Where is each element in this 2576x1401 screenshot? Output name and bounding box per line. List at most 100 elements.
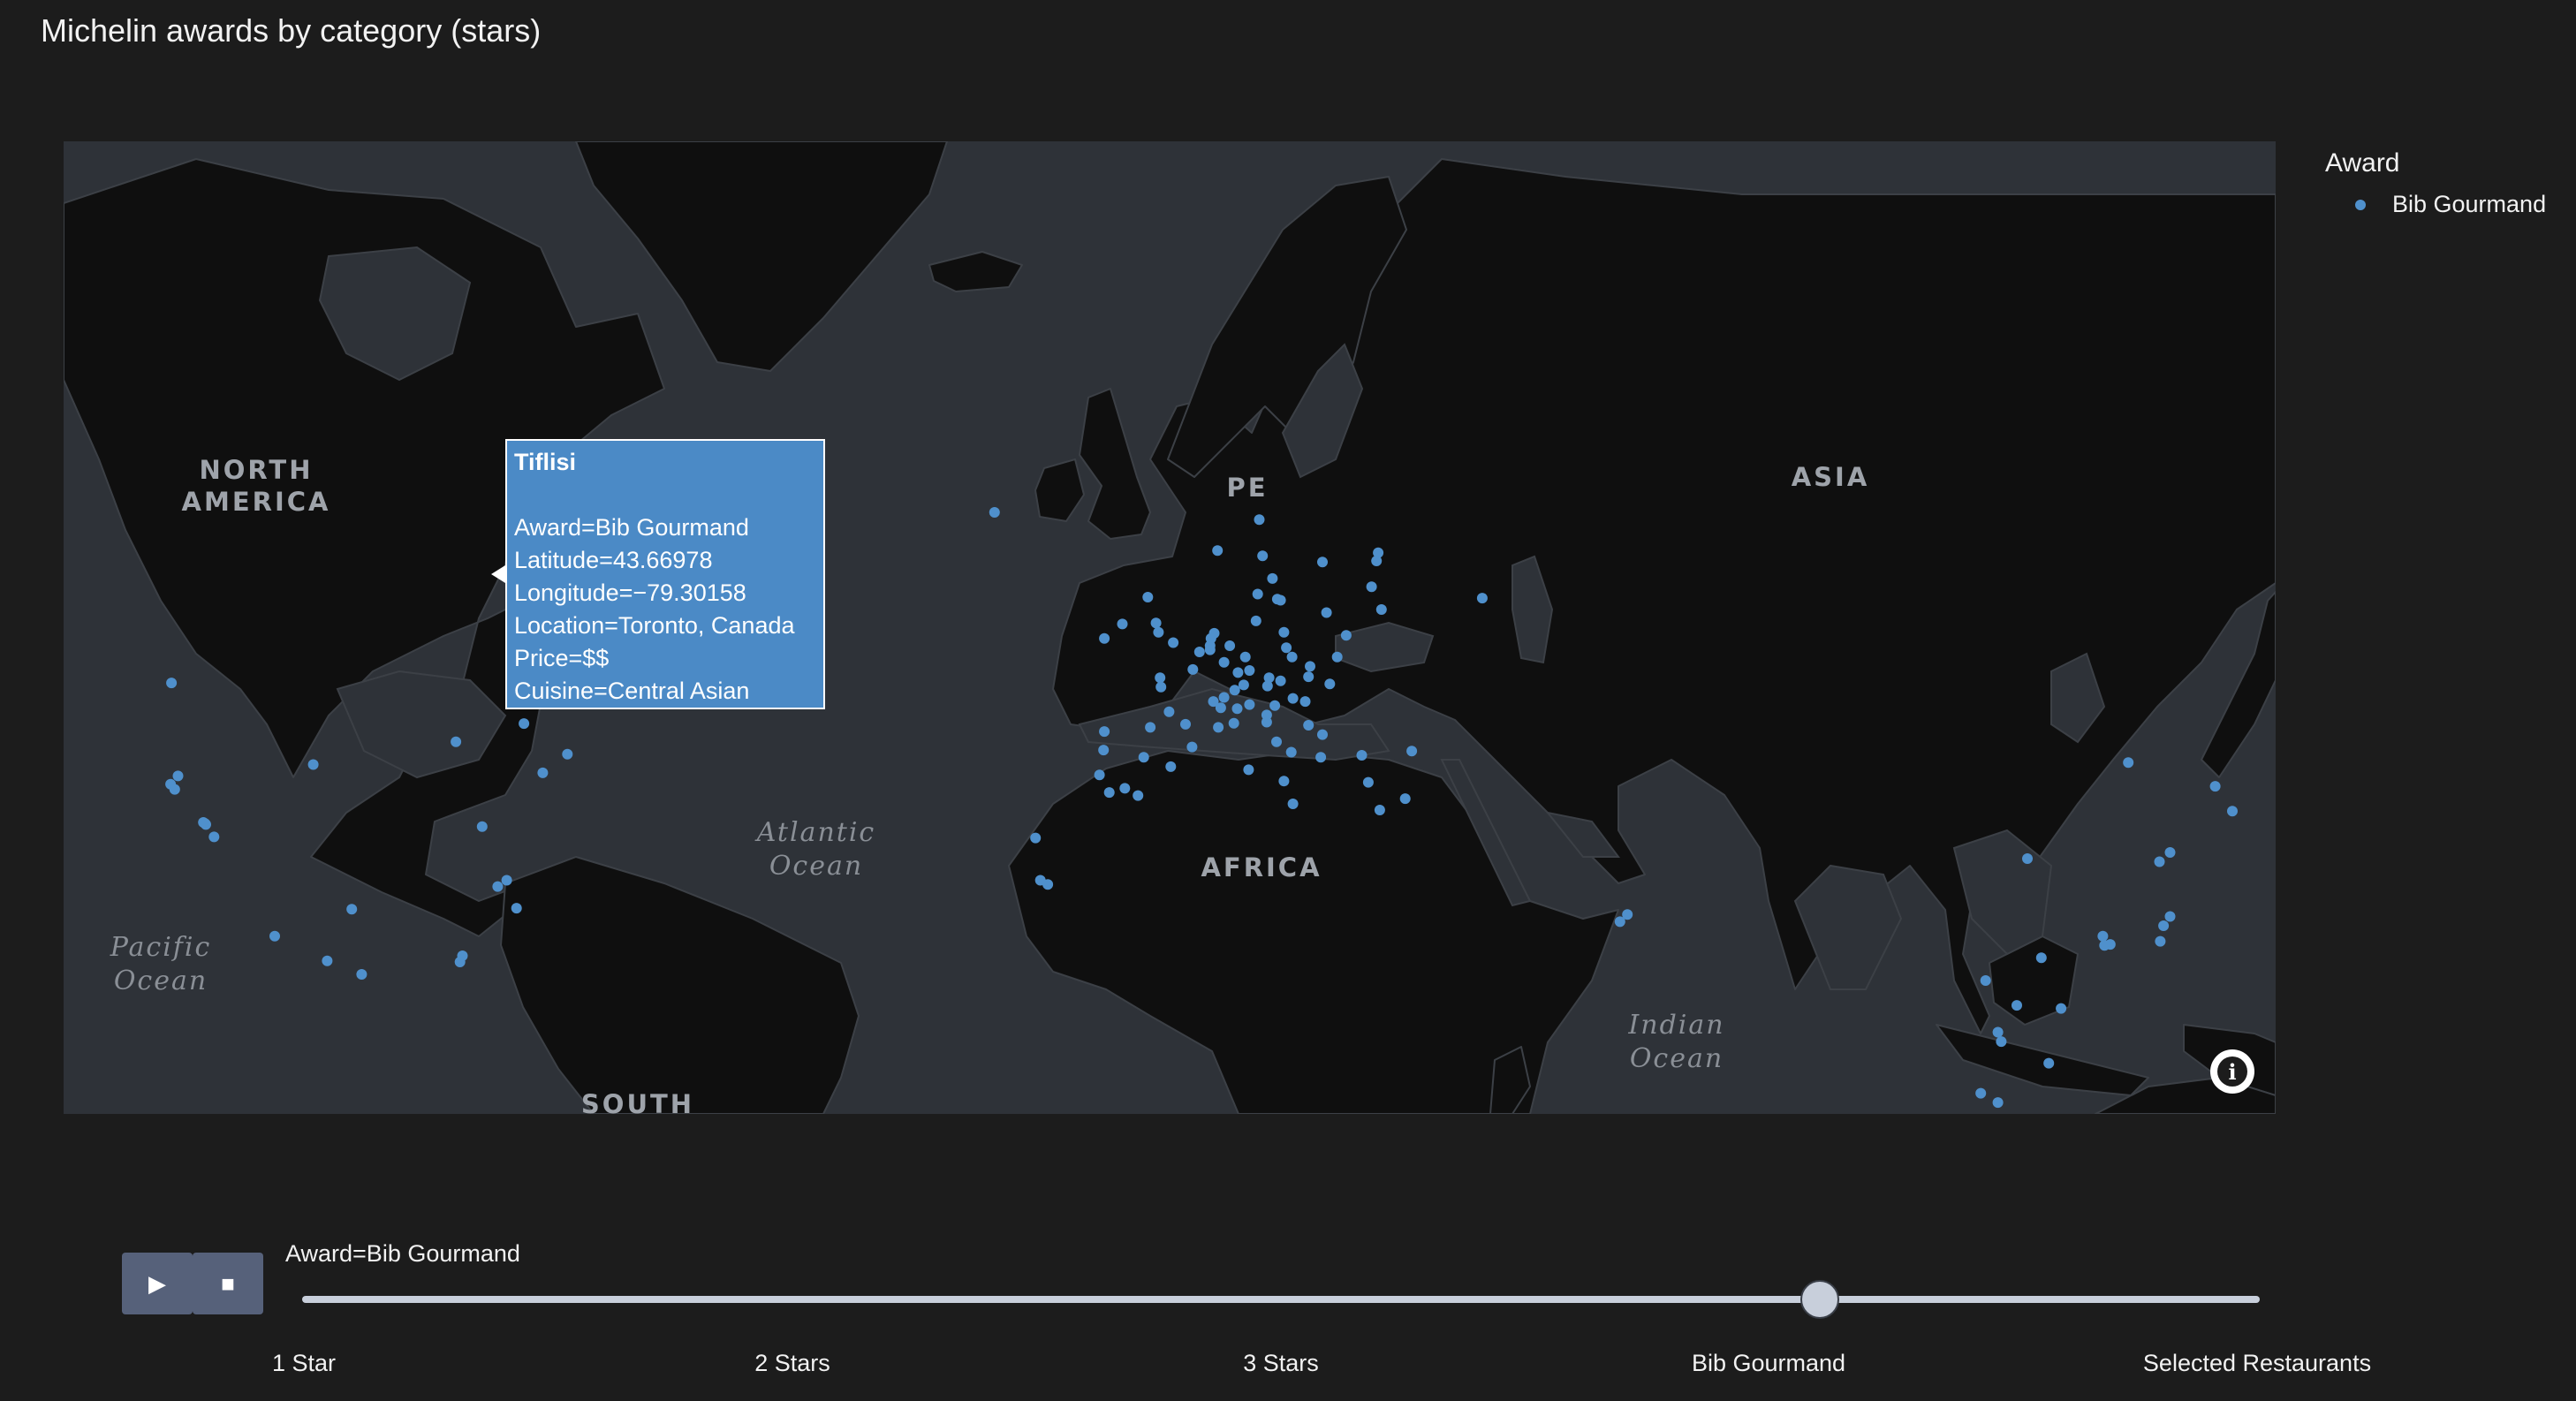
restaurant-marker[interactable] <box>1243 764 1254 776</box>
restaurant-marker[interactable] <box>1133 790 1144 801</box>
restaurant-marker[interactable] <box>537 767 549 778</box>
restaurant-marker[interactable] <box>1187 663 1199 675</box>
restaurant-marker[interactable] <box>1317 729 1328 740</box>
restaurant-marker[interactable] <box>1992 1097 2004 1109</box>
restaurant-marker[interactable] <box>2012 1000 2022 1011</box>
restaurant-marker[interactable] <box>1103 787 1115 799</box>
restaurant-marker[interactable] <box>1150 617 1162 629</box>
restaurant-marker[interactable] <box>1193 647 1205 657</box>
restaurant-marker[interactable] <box>201 819 211 830</box>
restaurant-marker[interactable] <box>1119 783 1131 794</box>
restaurant-marker[interactable] <box>562 748 573 760</box>
restaurant-marker[interactable] <box>2227 806 2238 817</box>
restaurant-marker[interactable] <box>1252 588 1263 600</box>
restaurant-marker[interactable] <box>1257 550 1269 562</box>
restaurant-marker[interactable] <box>1215 702 1226 714</box>
restaurant-marker[interactable] <box>1142 592 1154 602</box>
restaurant-marker[interactable] <box>1165 761 1177 772</box>
restaurant-marker[interactable] <box>1303 671 1315 683</box>
restaurant-marker[interactable] <box>1992 1026 2004 1038</box>
restaurant-marker[interactable] <box>1212 545 1224 557</box>
restaurant-marker[interactable] <box>1287 799 1299 809</box>
slider-step-selected-restaurants[interactable]: Selected Restaurants <box>2143 1350 2371 1377</box>
restaurant-marker[interactable] <box>1163 706 1175 717</box>
restaurant-marker[interactable] <box>1476 593 1488 604</box>
restaurant-marker[interactable] <box>2158 920 2170 931</box>
restaurant-marker[interactable] <box>356 969 367 980</box>
restaurant-marker[interactable] <box>269 930 280 942</box>
restaurant-marker[interactable] <box>1204 640 1216 651</box>
slider-handle[interactable] <box>1800 1280 1839 1319</box>
restaurant-marker[interactable] <box>1614 916 1625 928</box>
restaurant-marker[interactable] <box>2022 853 2033 864</box>
restaurant-marker[interactable] <box>511 903 522 914</box>
restaurant-marker[interactable] <box>1975 1087 1987 1099</box>
restaurant-marker[interactable] <box>1267 572 1278 584</box>
restaurant-marker[interactable] <box>1098 745 1110 756</box>
restaurant-marker[interactable] <box>2154 856 2165 867</box>
restaurant-marker[interactable] <box>1281 642 1292 654</box>
restaurant-marker[interactable] <box>1278 776 1290 787</box>
restaurant-marker[interactable] <box>1285 746 1297 758</box>
restaurant-marker[interactable] <box>454 957 466 967</box>
restaurant-marker[interactable] <box>1238 679 1249 691</box>
restaurant-marker[interactable] <box>1366 581 1377 593</box>
restaurant-marker[interactable] <box>2097 930 2109 942</box>
restaurant-marker[interactable] <box>492 881 504 892</box>
restaurant-marker[interactable] <box>1261 716 1272 728</box>
restaurant-marker[interactable] <box>166 678 178 689</box>
restaurant-marker[interactable] <box>519 718 530 730</box>
restaurant-marker[interactable] <box>1099 632 1110 644</box>
restaurant-marker[interactable] <box>1305 661 1315 672</box>
play-button[interactable]: ▶ <box>122 1253 193 1314</box>
restaurant-marker[interactable] <box>1145 722 1156 733</box>
restaurant-marker[interactable] <box>2056 1003 2067 1014</box>
restaurant-marker[interactable] <box>451 736 462 747</box>
restaurant-marker[interactable] <box>1218 692 1230 703</box>
restaurant-marker[interactable] <box>1138 752 1149 763</box>
map-area[interactable]: NORTH AMERICA PE ASIA AFRICA SOUTH Atlan… <box>64 141 2276 1114</box>
restaurant-marker[interactable] <box>1244 665 1255 676</box>
slider-step-1-star[interactable]: 1 Star <box>272 1350 336 1377</box>
restaurant-marker[interactable] <box>1375 604 1387 615</box>
restaurant-marker[interactable] <box>1278 626 1290 638</box>
stop-button[interactable]: ■ <box>193 1253 263 1314</box>
slider-step-bib-gourmand[interactable]: Bib Gourmand <box>1692 1350 1845 1377</box>
restaurant-marker[interactable] <box>172 770 184 782</box>
restaurant-marker[interactable] <box>1374 805 1385 815</box>
restaurant-marker[interactable] <box>1261 680 1273 692</box>
restaurant-marker[interactable] <box>989 507 1000 518</box>
restaurant-marker[interactable] <box>1362 776 1374 788</box>
restaurant-marker[interactable] <box>1275 675 1286 686</box>
restaurant-marker[interactable] <box>1239 651 1251 663</box>
slider-step-2-stars[interactable]: 2 Stars <box>754 1350 830 1377</box>
restaurant-marker[interactable] <box>1340 630 1352 641</box>
restaurant-marker[interactable] <box>322 955 333 966</box>
restaurant-marker[interactable] <box>1117 618 1128 630</box>
slider-step-3-stars[interactable]: 3 Stars <box>1243 1350 1319 1377</box>
restaurant-marker[interactable] <box>2035 952 2047 964</box>
restaurant-marker[interactable] <box>1317 557 1328 568</box>
restaurant-marker[interactable] <box>1229 685 1240 696</box>
slider-track[interactable] <box>302 1296 2260 1303</box>
restaurant-marker[interactable] <box>1254 514 1265 526</box>
restaurant-marker[interactable] <box>1315 752 1327 763</box>
restaurant-marker[interactable] <box>1168 637 1179 648</box>
restaurant-marker[interactable] <box>1218 656 1230 668</box>
restaurant-marker[interactable] <box>2209 781 2221 792</box>
restaurant-marker[interactable] <box>1299 696 1311 708</box>
restaurant-marker[interactable] <box>1287 693 1299 704</box>
restaurant-marker[interactable] <box>1250 615 1261 626</box>
restaurant-marker[interactable] <box>1153 626 1164 638</box>
restaurant-marker[interactable] <box>1371 556 1383 566</box>
restaurant-marker[interactable] <box>1232 667 1244 678</box>
restaurant-marker[interactable] <box>208 831 220 843</box>
restaurant-marker[interactable] <box>501 875 512 886</box>
restaurant-marker[interactable] <box>1321 607 1332 618</box>
restaurant-marker[interactable] <box>1030 832 1042 844</box>
restaurant-marker[interactable] <box>1155 681 1167 693</box>
restaurant-marker[interactable] <box>2043 1057 2055 1069</box>
world-map[interactable]: NORTH AMERICA PE ASIA AFRICA SOUTH Atlan… <box>64 141 2276 1114</box>
restaurant-marker[interactable] <box>2164 911 2176 922</box>
restaurant-marker[interactable] <box>1228 717 1239 729</box>
